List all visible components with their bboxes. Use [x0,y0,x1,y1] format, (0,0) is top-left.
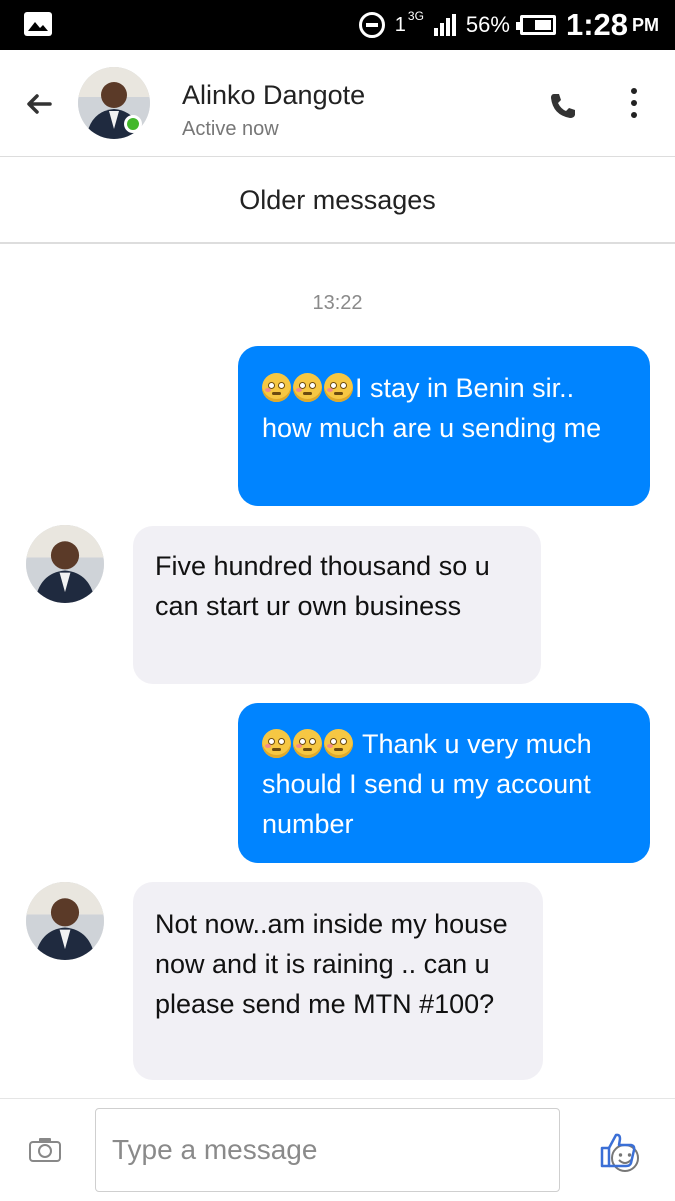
flushed-face-emoji-icon [262,373,291,402]
flushed-face-emoji-icon [324,729,353,758]
message-input-container [95,1108,639,1192]
online-indicator [124,115,142,133]
battery-icon [515,15,556,35]
chat-header: Alinko Dangote Active now [0,50,675,157]
gallery-icon [24,12,52,36]
contact-status: Active now [182,118,279,140]
sender-avatar[interactable] [26,525,104,603]
flushed-face-emoji-icon [293,729,322,758]
camera-icon[interactable] [28,1137,62,1163]
message-text: Five hundred thousand so u can start ur … [155,551,490,621]
more-vertical-icon[interactable] [622,88,646,128]
battery-percent: 56% [465,12,510,37]
network-type: 3G [407,9,424,23]
message-text: Not now..am inside my house now and it i… [155,909,508,1019]
outgoing-message-bubble[interactable]: Thank u very much should I send u my acc… [238,703,650,863]
back-arrow-icon[interactable] [22,88,54,120]
message-composer [0,1098,675,1201]
clock-time: 1:28 [565,7,628,42]
dnd-icon [358,12,385,38]
message-timestamp: 13:22 [312,292,363,314]
incoming-message-bubble[interactable]: Five hundred thousand so u can start ur … [133,526,541,684]
thumbs-up-icon[interactable] [598,1131,638,1169]
flushed-face-emoji-icon [293,373,322,402]
clock-ampm: PM [632,14,659,35]
outgoing-message-bubble[interactable]: I stay in Benin sir.. how much are u sen… [238,346,650,506]
status-bar: 1 3G 56% 1:28 PM [0,0,675,50]
contact-name[interactable]: Alinko Dangote [182,80,365,111]
flushed-face-emoji-icon [324,373,353,402]
flushed-face-emoji-icon [262,729,291,758]
phone-icon[interactable] [547,90,579,122]
sim-indicator: 1 [394,13,406,36]
incoming-message-bubble[interactable]: Not now..am inside my house now and it i… [133,882,543,1080]
older-messages-link[interactable]: Older messages [0,157,675,244]
sender-avatar[interactable] [26,882,104,960]
message-input[interactable] [110,1129,504,1171]
signal-icon [433,14,456,36]
